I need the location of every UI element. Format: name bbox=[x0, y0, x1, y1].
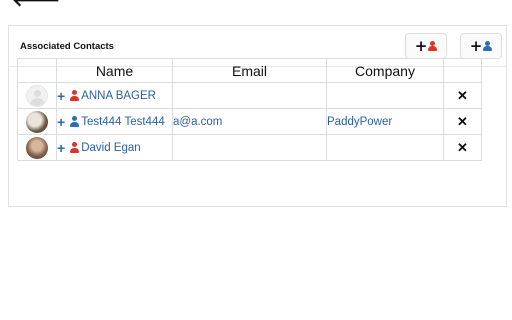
contact-name-link[interactable]: Test444 Test444 bbox=[81, 116, 165, 128]
photo-avatar bbox=[26, 110, 48, 133]
row-add-icon[interactable]: + bbox=[57, 114, 65, 130]
contacts-table: Name Email Company + ANNA BAGER ✕ + Test… bbox=[17, 58, 482, 161]
column-header-avatar bbox=[17, 58, 57, 83]
blank-avatar bbox=[26, 84, 48, 107]
column-header-company: Company bbox=[326, 58, 444, 83]
person-blue-icon bbox=[483, 40, 493, 52]
table-row: + ANNA BAGER ✕ bbox=[17, 82, 482, 109]
contact-email[interactable] bbox=[172, 134, 327, 161]
contact-name-link[interactable]: ANNA BAGER bbox=[81, 90, 156, 102]
row-add-icon[interactable]: + bbox=[57, 88, 65, 104]
row-add-icon[interactable]: + bbox=[57, 140, 65, 156]
contact-company[interactable] bbox=[326, 134, 444, 161]
person-red-icon bbox=[70, 90, 80, 101]
add-red-contact-button[interactable]: + bbox=[405, 33, 447, 59]
table-header-row: Name Email Company bbox=[17, 58, 482, 83]
contact-company[interactable] bbox=[326, 82, 444, 109]
remove-contact-icon[interactable]: ✕ bbox=[443, 82, 482, 109]
contact-company[interactable]: PaddyPower bbox=[326, 108, 444, 135]
add-blue-contact-button[interactable]: + bbox=[460, 33, 502, 59]
remove-contact-icon[interactable]: ✕ bbox=[443, 134, 482, 161]
card-title: Associated Contacts bbox=[20, 41, 114, 52]
person-red-icon bbox=[428, 40, 438, 52]
photo-avatar bbox=[26, 136, 48, 159]
table-row: + David Egan ✕ bbox=[17, 134, 482, 161]
column-header-name: Name bbox=[56, 58, 173, 83]
column-header-actions bbox=[443, 58, 482, 83]
person-red-icon bbox=[70, 142, 80, 153]
contact-email[interactable]: a@a.com bbox=[172, 108, 327, 135]
remove-contact-icon[interactable]: ✕ bbox=[443, 108, 482, 135]
back-arrow-icon[interactable]: 🡐 bbox=[12, 0, 60, 10]
column-header-email: Email bbox=[172, 58, 327, 83]
contact-name-link[interactable]: David Egan bbox=[81, 142, 140, 154]
person-blue-icon bbox=[70, 116, 80, 127]
contact-email[interactable] bbox=[172, 82, 327, 109]
plus-icon: + bbox=[414, 36, 428, 55]
plus-icon: + bbox=[469, 36, 483, 55]
table-row: + Test444 Test444 a@a.com PaddyPower ✕ bbox=[17, 108, 482, 135]
